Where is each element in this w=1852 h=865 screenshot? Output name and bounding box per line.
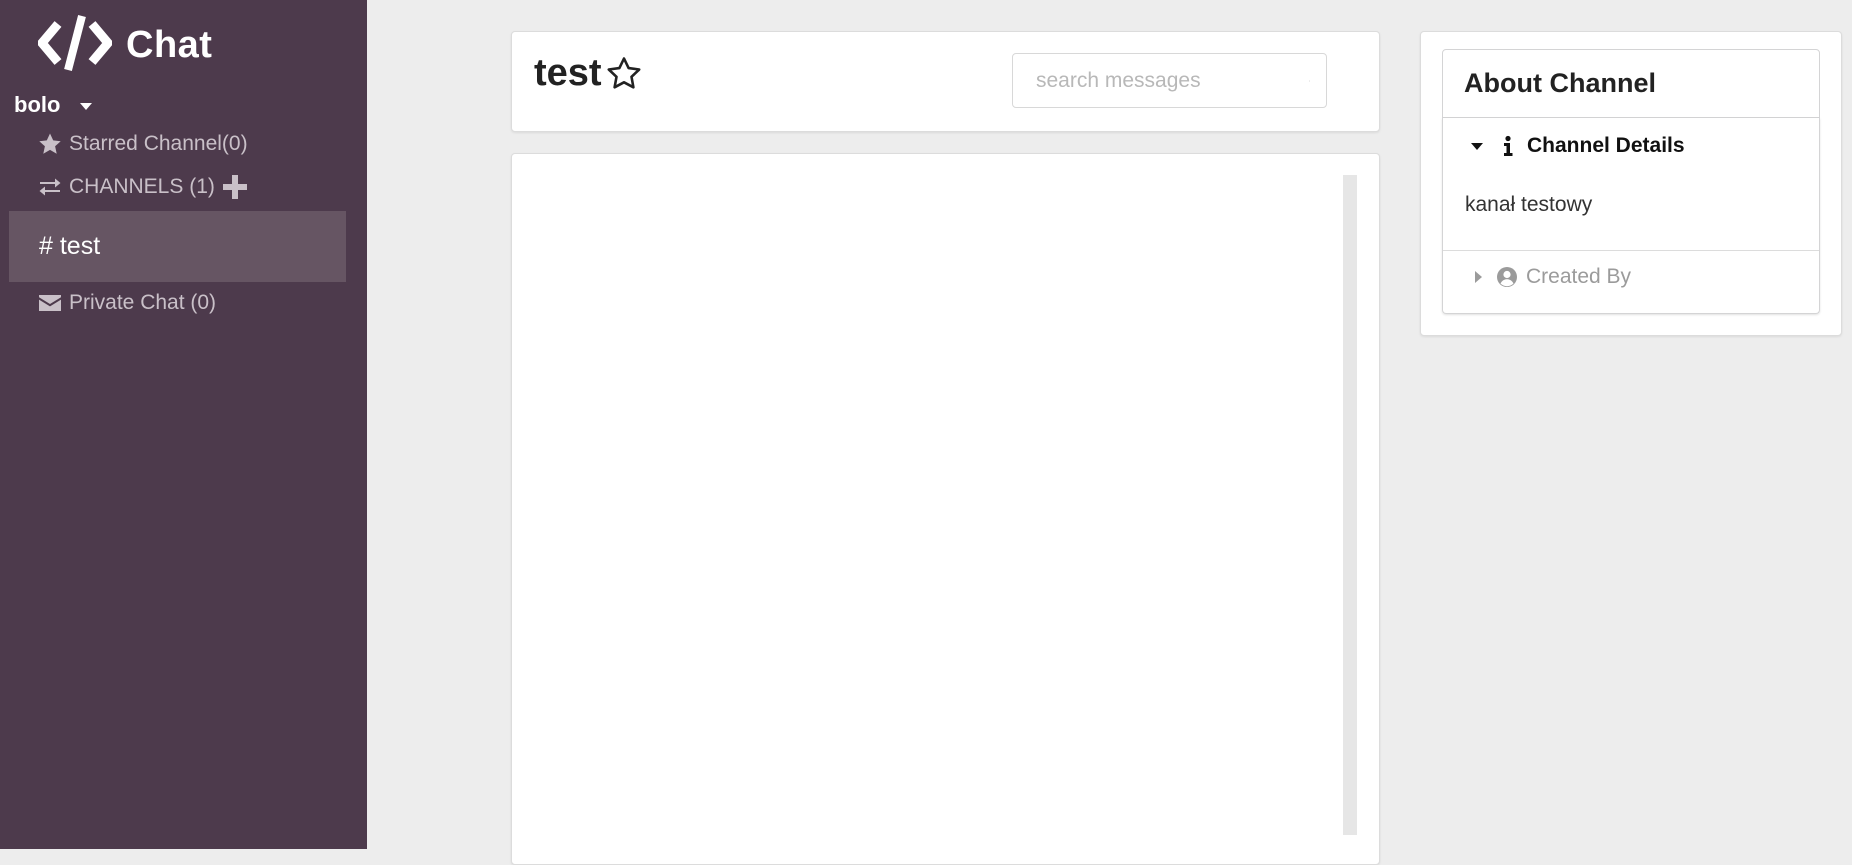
caret-down-icon — [1471, 142, 1483, 150]
channel-item-test[interactable]: # test — [9, 211, 346, 282]
messages-panel — [511, 153, 1380, 865]
channel-description: kanał testowy — [1465, 193, 1593, 216]
channel-item-label: # test — [39, 232, 101, 260]
user-menu[interactable]: bolo — [14, 92, 93, 118]
channels-label: CHANNELS (1) — [69, 175, 215, 198]
star-outline-icon[interactable] — [604, 54, 644, 94]
info-icon — [1504, 135, 1513, 156]
caret-down-icon — [80, 103, 93, 110]
mail-icon — [39, 295, 61, 311]
search-icon[interactable] — [1309, 70, 1310, 92]
divider — [1443, 250, 1819, 251]
created-by-label: Created By — [1526, 265, 1632, 288]
user-name: bolo — [14, 92, 61, 117]
messages-scrollbar[interactable] — [1343, 175, 1357, 835]
user-circle-icon — [1497, 267, 1517, 287]
starred-channels-label: Starred Channel(0) — [69, 132, 248, 155]
code-icon — [36, 12, 114, 79]
starred-channels[interactable]: Starred Channel(0) — [38, 132, 248, 156]
private-chat[interactable]: Private Chat (0) — [38, 291, 216, 315]
page-title: test — [534, 52, 644, 95]
channel-details-toggle[interactable]: Channel Details — [1465, 134, 1685, 158]
created-by-toggle[interactable]: Created By — [1465, 265, 1631, 289]
about-channel-title: About Channel — [1442, 49, 1820, 118]
channel-details-label: Channel Details — [1527, 134, 1685, 157]
brand: Chat — [36, 12, 213, 79]
about-accordion: Channel Details kanał testowy Created By — [1442, 118, 1820, 314]
channel-header: test — [511, 31, 1380, 132]
sidebar: Chat bolo Starred Channel(0) CHANNELS (1… — [0, 0, 367, 849]
search-input[interactable] — [1034, 67, 1309, 94]
channels-header: CHANNELS (1) — [38, 175, 254, 199]
star-icon — [39, 133, 61, 154]
search-box — [1012, 53, 1327, 108]
app-title: Chat — [126, 23, 213, 66]
plus-icon[interactable] — [222, 175, 247, 199]
exchange-icon — [39, 178, 61, 196]
channel-name: test — [534, 52, 602, 94]
about-channel-panel: About Channel Channel Details kanał test… — [1420, 31, 1842, 336]
private-chat-label: Private Chat (0) — [69, 291, 217, 314]
caret-right-icon — [1475, 271, 1482, 283]
